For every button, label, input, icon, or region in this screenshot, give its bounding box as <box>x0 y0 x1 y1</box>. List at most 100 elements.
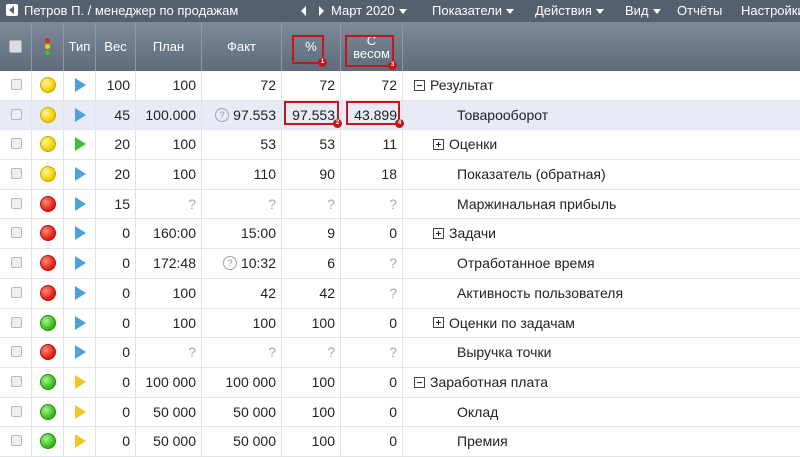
cell-weighted: 0 <box>341 219 403 249</box>
indicator-label: Маржинальная прибыль <box>457 195 617 212</box>
prev-period-icon[interactable] <box>301 6 306 16</box>
indicator-name[interactable]: Оценки по задачам <box>433 309 575 337</box>
cell-plan: ? <box>136 189 202 219</box>
row-checkbox[interactable] <box>11 346 22 358</box>
back-button[interactable] <box>6 4 18 16</box>
table-row[interactable]: 0 50 000 50 000 100 0 Оклад <box>0 397 800 428</box>
cell-weighted: 11 <box>341 130 403 160</box>
percent-value: 90 <box>319 166 335 183</box>
plan-value: 100.000 <box>145 106 196 123</box>
type-arrow-icon <box>75 285 86 300</box>
percent-value: 100 <box>311 403 335 420</box>
cell-plan: 100 <box>136 130 202 160</box>
row-checkbox[interactable] <box>11 108 22 120</box>
chevron-down-icon <box>506 9 514 15</box>
period-select[interactable]: Март 2020 <box>331 2 407 20</box>
table-row[interactable]: 0 160:00 15:00 9 0 Задачи <box>0 219 800 250</box>
expand-icon[interactable] <box>433 139 444 151</box>
row-checkbox[interactable] <box>11 79 22 90</box>
table-row[interactable]: 20 100 53 53 11 Оценки <box>0 130 800 161</box>
indicator-label: Оклад <box>457 403 499 420</box>
row-checkbox[interactable] <box>11 316 22 328</box>
table-row[interactable]: 20 100 110 90 18 Показатель (обратная) <box>0 160 800 190</box>
traffic-light-icon <box>45 38 51 55</box>
table-row[interactable]: 0 100 100 100 0 Оценки по задачам <box>0 308 800 339</box>
row-checkbox[interactable] <box>11 197 22 209</box>
fact-value: 50 000 <box>233 403 276 420</box>
menu-view[interactable]: Вид <box>625 2 661 20</box>
row-checkbox[interactable] <box>11 375 22 387</box>
cell-weight: 100 <box>96 71 136 100</box>
plan-value: 172:48 <box>153 255 196 272</box>
indicator-name[interactable]: Результат <box>414 71 494 99</box>
cell-weight: 0 <box>96 338 136 367</box>
type-arrow-icon <box>75 196 86 211</box>
percent-value: 100 <box>311 433 335 450</box>
weighted-value: 0 <box>389 225 397 242</box>
weighted-value: 72 <box>381 77 397 93</box>
table-row[interactable]: 0 100 42 42? Активность пользователя <box>0 278 800 309</box>
menu-actions[interactable]: Действия <box>535 2 604 20</box>
type-arrow-icon <box>75 256 86 271</box>
collapse-icon[interactable] <box>414 376 425 388</box>
plan-value: 100 000 <box>145 373 196 390</box>
row-checkbox[interactable] <box>11 286 22 298</box>
header-type[interactable]: Тип <box>64 22 96 71</box>
status-dot-icon <box>40 403 56 420</box>
percent-value: 100 <box>311 373 335 390</box>
row-checkbox[interactable] <box>11 138 22 150</box>
indicator-name[interactable]: Задачи <box>433 219 496 247</box>
menu-reports[interactable]: Отчёты <box>677 2 722 20</box>
header-status <box>32 22 64 71</box>
fact-value: 72 <box>260 77 276 93</box>
cell-fact: ? 97.553 <box>202 100 282 130</box>
cell-fact: ? <box>202 338 282 367</box>
cell-plan: 50 000 <box>136 397 202 427</box>
callout-badge-1: 1 <box>318 58 327 67</box>
status-dot-icon <box>40 195 56 212</box>
weight-value: 100 <box>106 77 130 93</box>
cell-weight: 0 <box>96 397 136 427</box>
expand-icon[interactable] <box>433 317 444 329</box>
header-select-all[interactable] <box>0 22 32 71</box>
expand-icon[interactable] <box>433 228 444 240</box>
table-row[interactable]: 0 50 000 50 000 100 0 Премия <box>0 427 800 457</box>
table-row[interactable]: 15???? Маржинальная прибыль <box>0 189 800 220</box>
table-row[interactable]: 0 172:48? 10:32 6? Отработанное время <box>0 249 800 279</box>
weight-value: 0 <box>122 373 130 390</box>
table-row[interactable]: 0 100 000 100 000 100 0 Заработная плата <box>0 367 800 398</box>
select-all-checkbox[interactable] <box>9 40 22 53</box>
fact-value: 53 <box>260 136 276 153</box>
status-dot-icon <box>40 255 56 272</box>
next-period-icon[interactable] <box>319 6 324 16</box>
row-checkbox[interactable] <box>11 168 22 180</box>
row-checkbox[interactable] <box>11 257 22 269</box>
weighted-value: ? <box>389 255 397 272</box>
question-icon[interactable]: ? <box>222 256 237 271</box>
row-checkbox[interactable] <box>11 405 22 417</box>
cell-weighted: ? <box>341 189 403 219</box>
question-icon[interactable]: ? <box>215 107 230 122</box>
type-arrow-icon <box>75 167 86 182</box>
menu-indicators[interactable]: Показатели <box>432 2 514 20</box>
cell-percent: 42 <box>282 278 341 308</box>
period-label: Март 2020 <box>331 3 395 18</box>
type-arrow-icon <box>75 315 86 330</box>
plan-value: 100 <box>172 136 196 153</box>
cell-plan: 100.000 <box>136 100 202 130</box>
menu-settings[interactable]: Настройки <box>741 2 800 20</box>
menu-label: Вид <box>625 3 649 18</box>
indicator-name[interactable]: Оценки <box>433 130 497 158</box>
collapse-icon[interactable] <box>414 79 425 91</box>
header-weight[interactable]: Вес <box>96 22 136 71</box>
type-arrow-icon <box>75 434 86 449</box>
row-checkbox[interactable] <box>11 227 22 239</box>
cell-percent: 72 <box>282 71 341 100</box>
header-plan[interactable]: План <box>136 22 202 71</box>
indicator-name[interactable]: Заработная плата <box>414 368 548 396</box>
header-fact[interactable]: Факт <box>202 22 282 71</box>
status-dot-icon <box>40 373 56 390</box>
table-row[interactable]: 100 100 72 72 72 Результат <box>0 71 800 101</box>
table-body: 100 100 72 72 72 Результат 45 100.000 ? 97.553 97.… <box>0 71 800 457</box>
table-row[interactable]: 0???? Выручка точки <box>0 338 800 368</box>
